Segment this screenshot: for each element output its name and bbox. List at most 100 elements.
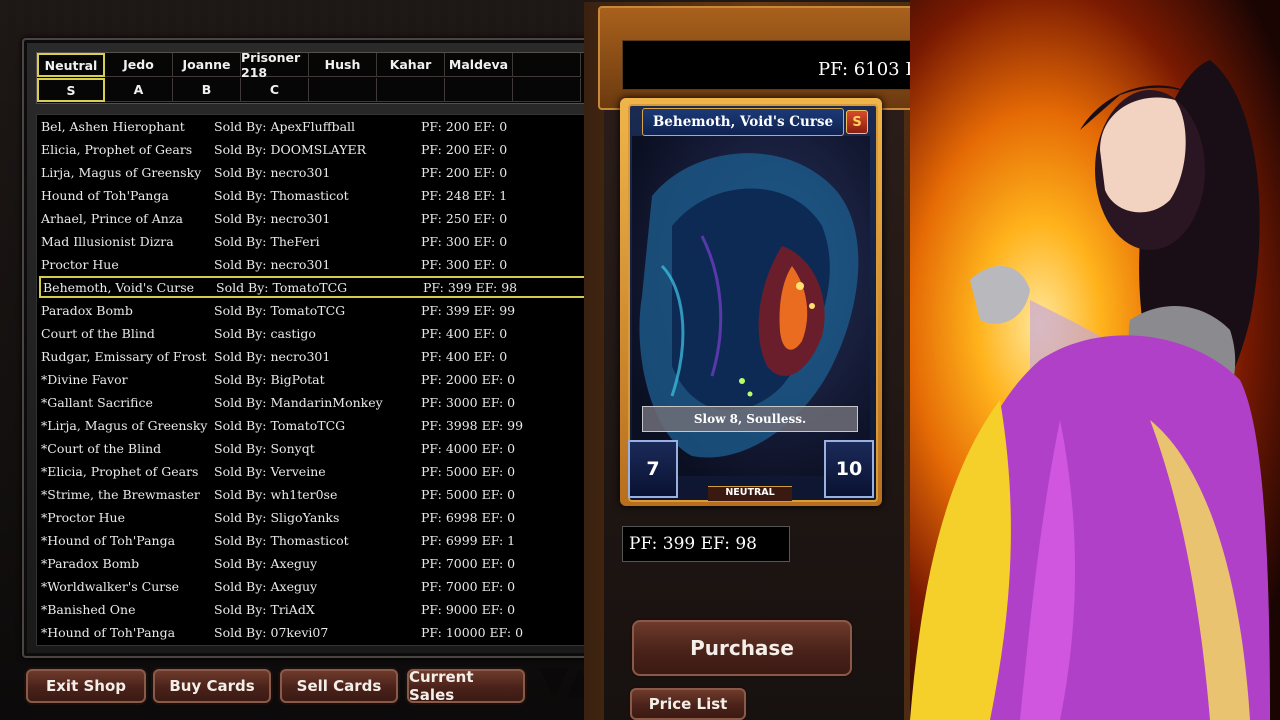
faction-rarity-tabs: Neutral Jedo Joanne Prisoner 218 Hush Kahar Ma…	[36, 50, 594, 104]
buy-cards-button[interactable]: Buy Cards	[153, 669, 271, 703]
listing-row[interactable]: Bel, Ashen Hierophant Sold By: ApexFluffb…	[37, 115, 597, 137]
listing-seller: Sold By: TheFeri	[214, 234, 320, 249]
purchase-button[interactable]: Purchase	[632, 620, 852, 676]
tab-joanne[interactable]: Joanne	[173, 53, 241, 77]
merchant-illustration	[910, 0, 1280, 720]
listing-card-name: Mad Illusionist Dizra	[41, 234, 174, 249]
listing-row[interactable]: *Hound of Toh'Panga Sold By: 07kevi07 PF: …	[37, 621, 597, 643]
listing-price: PF: 7000 EF: 0	[421, 556, 516, 571]
listing-row[interactable]: *Court of the Blind Sold By: Sonyqt PF: 40…	[37, 437, 597, 459]
listing-seller: Sold By: Thomasticot	[214, 533, 349, 548]
listing-row[interactable]: Court of the Blind Sold By: castigo PF: 40…	[37, 322, 597, 344]
tab-neutral[interactable]: Neutral	[37, 53, 105, 77]
listing-card-name: Lirja, Magus of Greensky	[41, 165, 202, 180]
listing-seller: Sold By: Verveine	[214, 464, 326, 479]
listing-price: PF: 7000 EF: 0	[421, 579, 516, 594]
listing-price: PF: 3000 EF: 0	[421, 395, 516, 410]
listing-row[interactable]: *Paradox Bomb Sold By: Axeguy PF: 7000 EF:…	[37, 552, 597, 574]
listing-card-name: Proctor Hue	[41, 257, 119, 272]
listing-card-name: *Paradox Bomb	[41, 556, 140, 571]
listing-card-name: *Strime, the Brewmaster	[41, 487, 200, 502]
listing-seller: Sold By: SligoYanks	[214, 510, 340, 525]
rarity-tab-row: SABC	[37, 78, 581, 103]
listing-price: PF: 200 EF: 0	[421, 119, 508, 134]
tab-prisoner-218[interactable]: Prisoner 218	[241, 50, 309, 80]
rarity-tab-a[interactable]: A	[105, 78, 173, 102]
card-faction-label: NEUTRAL	[708, 486, 792, 501]
merchant-character-art	[910, 60, 1270, 720]
listing-seller: Sold By: necro301	[214, 257, 331, 272]
page-down-arrow-icon[interactable]	[540, 668, 568, 698]
listing-seller: Sold By: ApexFluffball	[214, 119, 356, 134]
listing-card-name: Hound of Toh'Panga	[41, 188, 169, 203]
tab-hush[interactable]: Hush	[309, 53, 377, 77]
listing-row[interactable]: *Worldwalker's Curse Sold By: Axeguy PF: 7…	[37, 575, 597, 597]
listing-row[interactable]: Behemoth, Void's Curse Sold By: TomatoTCG…	[39, 276, 595, 298]
listing-row[interactable]: Arhael, Prince of Anza Sold By: necro301 P…	[37, 207, 597, 229]
shop-screen: Neutral Jedo Joanne Prisoner 218 Hush Kahar Ma…	[0, 0, 1280, 720]
listing-seller: Sold By: necro301	[214, 349, 331, 364]
listing-price: PF: 4000 EF: 0	[421, 441, 516, 456]
listing-seller: Sold By: 07kevi07	[214, 625, 329, 640]
price-list-button[interactable]: Price List	[630, 688, 746, 720]
listing-seller: Sold By: TomatoTCG	[214, 418, 346, 433]
listing-price: PF: 250 EF: 0	[421, 211, 508, 226]
listing-card-name: *Hound of Toh'Panga	[41, 625, 176, 640]
exit-shop-button[interactable]: Exit Shop	[26, 669, 146, 703]
listing-row[interactable]: Lirja, Magus of Greensky Sold By: necro30…	[37, 161, 597, 183]
listing-row[interactable]: *Proctor Hue Sold By: SligoYanks PF: 6998 …	[37, 506, 597, 528]
rarity-tab-empty-7	[513, 78, 581, 102]
listing-card-name: *Elicia, Prophet of Gears	[41, 464, 199, 479]
listing-card-name: Court of the Blind	[41, 326, 155, 341]
tab-kahar[interactable]: Kahar	[377, 53, 445, 77]
listing-row[interactable]: *Banished One Sold By: TriAdX PF: 9000 EF:…	[37, 598, 597, 620]
faction-tab-row: Neutral Jedo Joanne Prisoner 218 Hush Kahar Ma…	[37, 50, 581, 80]
listing-card-name: Behemoth, Void's Curse	[43, 280, 195, 295]
listing-card-name: *Lirja, Magus of Greensky	[41, 418, 208, 433]
rarity-tab-c[interactable]: C	[241, 78, 309, 102]
listing-card-name: Paradox Bomb	[41, 303, 133, 318]
tab-maldeva[interactable]: Maldeva	[445, 53, 513, 77]
listing-row[interactable]: *Strime, the Brewmaster Sold By: wh1ter0s…	[37, 483, 597, 505]
listing-row[interactable]: *Hound of Toh'Panga Sold By: Thomasticot P…	[37, 529, 597, 551]
listing-card-name: *Divine Favor	[41, 372, 128, 387]
selected-price-display: PF: 399 EF: 98	[622, 526, 790, 562]
listing-row[interactable]: Rudgar, Emissary of Frost Sold By: necro3…	[37, 345, 597, 367]
rarity-tab-empty-4	[309, 78, 377, 102]
rarity-tab-b[interactable]: B	[173, 78, 241, 102]
listing-seller: Sold By: Thomasticot	[214, 188, 349, 203]
listing-price: PF: 9000 EF: 0	[421, 602, 516, 617]
listing-seller: Sold By: TomatoTCG	[216, 280, 348, 295]
listing-card-name: Elicia, Prophet of Gears	[41, 142, 193, 157]
listing-row[interactable]: *Elicia, Prophet of Gears Sold By: Vervei…	[37, 460, 597, 482]
listing-seller: Sold By: necro301	[214, 211, 331, 226]
card-attack-stat: 7	[628, 440, 678, 498]
rarity-tab-s[interactable]: S	[37, 78, 105, 102]
listing-row[interactable]: Hound of Toh'Panga Sold By: Thomasticot PF…	[37, 184, 597, 206]
rarity-tab-empty-6	[445, 78, 513, 102]
tab-empty-7	[513, 53, 581, 77]
current-sales-button[interactable]: Current Sales	[407, 668, 525, 704]
card-listing-table[interactable]: Bel, Ashen Hierophant Sold By: ApexFluffb…	[36, 114, 598, 646]
listing-row[interactable]: Mad Illusionist Dizra Sold By: TheFeri PF:…	[37, 230, 597, 252]
listing-card-name: *Gallant Sacrifice	[41, 395, 153, 410]
listing-row[interactable]: *Gallant Sacrifice Sold By: MandarinMonke…	[37, 391, 597, 413]
listing-price: PF: 6998 EF: 0	[421, 510, 516, 525]
listing-seller: Sold By: castigo	[214, 326, 316, 341]
listing-row[interactable]: *Divine Favor Sold By: BigPotat PF: 2000 E…	[37, 368, 597, 390]
listing-row[interactable]: Paradox Bomb Sold By: TomatoTCG PF: 399 EF…	[37, 299, 597, 321]
listing-row[interactable]: *Lirja, Magus of Greensky Sold By: Tomato…	[37, 414, 597, 436]
listing-price: PF: 400 EF: 0	[421, 326, 508, 341]
listing-price: PF: 399 EF: 99	[421, 303, 516, 318]
listing-seller: Sold By: TomatoTCG	[214, 303, 346, 318]
listing-row[interactable]: Elicia, Prophet of Gears Sold By: DOOMSLA…	[37, 138, 597, 160]
listing-seller: Sold By: Axeguy	[214, 556, 318, 571]
listing-row[interactable]: Proctor Hue Sold By: necro301 PF: 300 EF: …	[37, 253, 597, 275]
card-ability-text: Slow 8, Soulless.	[642, 406, 858, 432]
listing-price: PF: 2000 EF: 0	[421, 372, 516, 387]
rarity-tab-empty-5	[377, 78, 445, 102]
listing-price: PF: 399 EF: 98	[423, 280, 518, 295]
listing-seller: Sold By: Axeguy	[214, 579, 318, 594]
sell-cards-button[interactable]: Sell Cards	[280, 669, 398, 703]
tab-jedo[interactable]: Jedo	[105, 53, 173, 77]
